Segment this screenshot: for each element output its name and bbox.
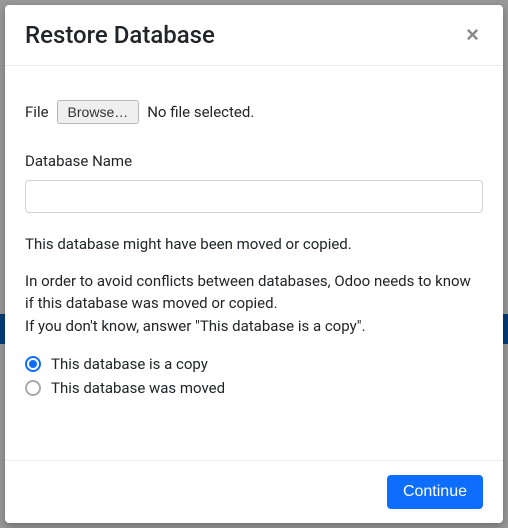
radio-copy[interactable] [25,356,41,372]
dbname-label: Database Name [25,152,483,170]
radio-row-copy[interactable]: This database is a copy [25,355,483,373]
close-button[interactable]: × [462,24,483,46]
file-row: File Browse… No file selected. [25,100,483,124]
continue-button[interactable]: Continue [387,475,483,509]
radio-copy-label: This database is a copy [51,355,208,373]
modal-body: File Browse… No file selected. Database … [5,66,503,460]
modal-header: Restore Database × [5,5,503,66]
info-line3: If you don't know, answer "This database… [25,317,366,335]
info-conflicts: In order to avoid conflicts between data… [25,270,483,338]
radio-row-moved[interactable]: This database was moved [25,379,483,397]
copy-move-radio-group: This database is a copy This database wa… [25,355,483,397]
browse-button[interactable]: Browse… [57,100,140,124]
radio-moved[interactable] [25,380,41,396]
radio-moved-label: This database was moved [51,379,225,397]
file-label: File [25,103,49,121]
file-status: No file selected. [147,103,254,121]
modal-title: Restore Database [25,21,215,49]
restore-database-modal: Restore Database × File Browse… No file … [5,5,503,523]
info-moved-copied: This database might have been moved or c… [25,233,483,256]
info-line2: In order to avoid conflicts between data… [25,272,471,313]
radio-dot-icon [29,360,37,368]
modal-footer: Continue [5,460,503,523]
dbname-input[interactable] [25,180,483,213]
close-icon: × [466,22,479,47]
